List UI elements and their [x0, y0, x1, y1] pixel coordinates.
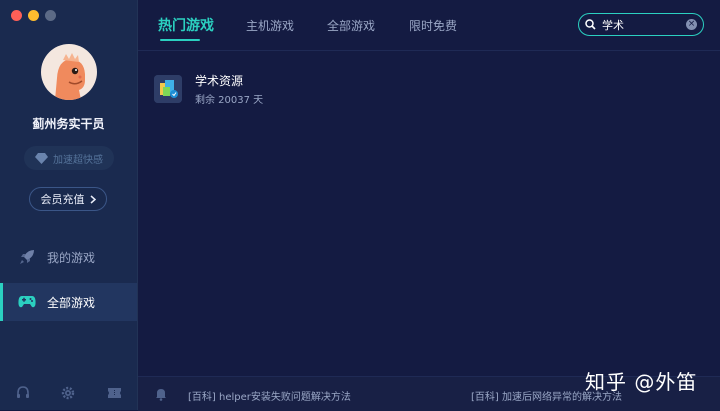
rocket-icon [17, 247, 37, 267]
sidebar-footer [0, 384, 137, 402]
nav-all-games[interactable]: 全部游戏 [0, 283, 137, 321]
close-window-button[interactable] [11, 10, 22, 21]
search-box[interactable]: 学术 × [578, 13, 704, 36]
minimize-window-button[interactable] [28, 10, 39, 21]
ticket-icon[interactable] [105, 384, 123, 402]
gamepad-icon [17, 292, 37, 312]
gear-icon[interactable] [59, 384, 77, 402]
list-item[interactable]: 学术资源 剩余 20037 天 [154, 72, 263, 106]
nav-my-games[interactable]: 我的游戏 [0, 238, 137, 276]
clear-search-icon[interactable]: × [686, 19, 697, 30]
vip-recharge-label: 会员充值 [40, 193, 85, 206]
search-input[interactable]: 学术 [602, 17, 680, 33]
chevron-right-icon [90, 194, 96, 204]
window-controls [11, 10, 56, 21]
tab-bar: 热门游戏 主机游戏 全部游戏 限时免费 学术 × [138, 0, 720, 51]
nav-all-games-label: 全部游戏 [47, 295, 96, 310]
avatar[interactable] [41, 44, 97, 100]
speedup-badge: 加速超快感 [24, 146, 114, 170]
search-icon [585, 19, 596, 30]
tab-console-games[interactable]: 主机游戏 [246, 17, 294, 34]
watermark: 知乎 @外笛 [585, 370, 698, 394]
bell-icon [156, 389, 166, 401]
speedup-label: 加速超快感 [53, 154, 103, 166]
active-tab-indicator [160, 39, 200, 41]
vip-recharge-button[interactable]: 会员充值 [29, 187, 107, 211]
tab-limited-free[interactable]: 限时免费 [409, 17, 457, 34]
game-remaining-days: 剩余 20037 天 [195, 95, 264, 106]
tab-hot-games[interactable]: 热门游戏 [158, 15, 214, 35]
diamond-icon [35, 152, 48, 164]
game-title: 学术资源 [195, 74, 244, 88]
headset-icon[interactable] [14, 384, 32, 402]
tip-link-helper-install[interactable]: [百科] helper安装失败问题解决方法 [188, 388, 351, 403]
nav-my-games-label: 我的游戏 [47, 250, 96, 265]
game-icon [154, 75, 182, 103]
sidebar: 蓟州务实干员 加速超快感 会员充值 我的游戏 全部游戏 [0, 0, 138, 410]
zoom-window-button[interactable] [45, 10, 56, 21]
main-panel: 热门游戏 主机游戏 全部游戏 限时免费 学术 × 学术资源 剩余 20037 天 [138, 0, 720, 411]
tab-all-games[interactable]: 全部游戏 [327, 17, 375, 34]
user-name: 蓟州务实干员 [32, 117, 105, 131]
